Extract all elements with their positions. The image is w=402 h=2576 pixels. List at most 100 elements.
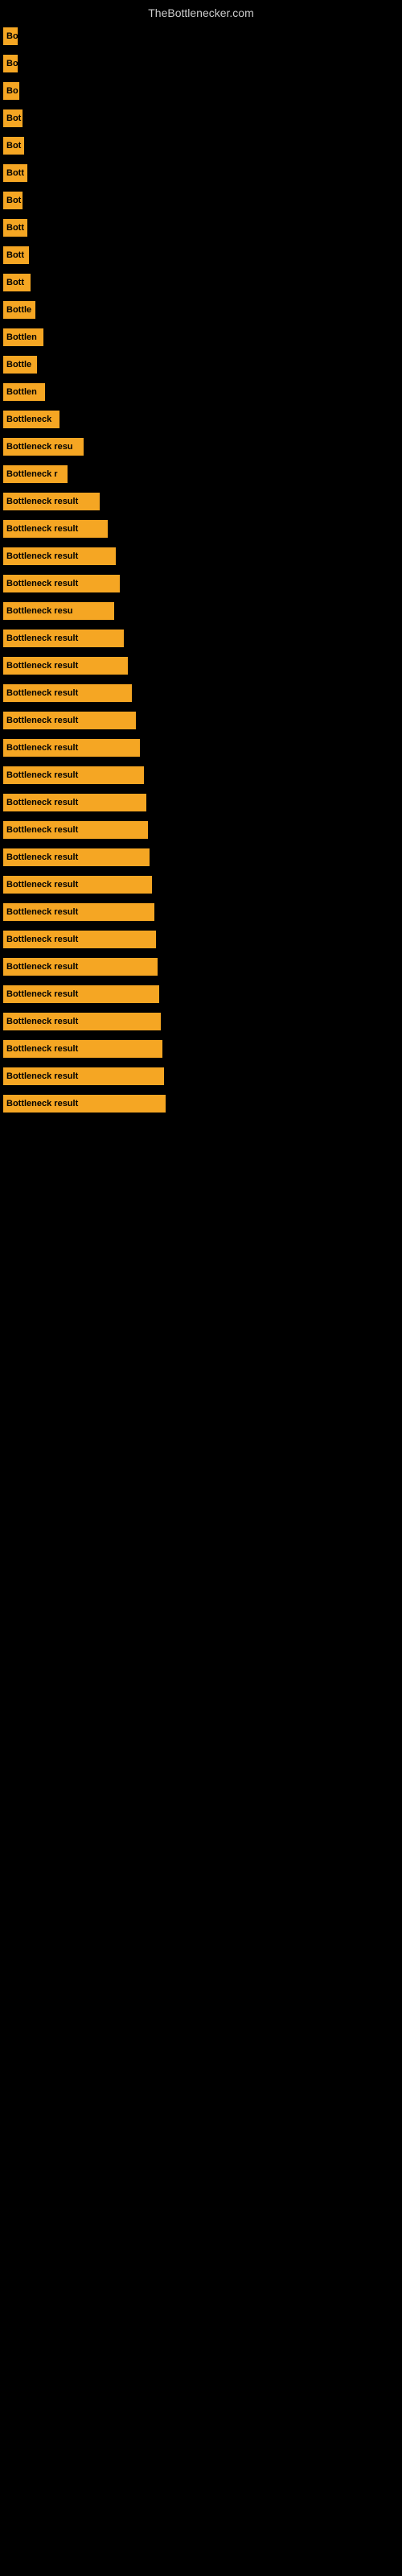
bar-row: Bottleneck result — [0, 1035, 402, 1063]
bar-label: Bottleneck result — [6, 497, 78, 506]
bar-row: Bottleneck result — [0, 789, 402, 816]
bar-label: Bottleneck result — [6, 1017, 78, 1026]
bar: Bot — [3, 109, 23, 127]
bar: Bottleneck result — [3, 1013, 161, 1030]
bar-label: Bott — [6, 223, 24, 233]
bar: Bottleneck result — [3, 766, 144, 784]
bar: Bo — [3, 27, 18, 45]
bar-row: Bottlen — [0, 378, 402, 406]
bar-label: Bottleneck result — [6, 524, 78, 534]
bar: Bottleneck result — [3, 575, 120, 592]
bar-label: Bottleneck result — [6, 852, 78, 862]
bar-row: Bottleneck result — [0, 871, 402, 898]
bar-label: Bottleneck result — [6, 825, 78, 835]
bar-row: Bottleneck resu — [0, 433, 402, 460]
bar-label: Bottleneck — [6, 415, 51, 424]
bar-label: Bottleneck result — [6, 1044, 78, 1054]
bar-label: Bottleneck result — [6, 634, 78, 643]
bar-row: Bottleneck result — [0, 652, 402, 679]
bar: Bottleneck result — [3, 657, 128, 675]
bar: Bott — [3, 274, 31, 291]
bar-label: Bottleneck result — [6, 551, 78, 561]
bar-row: Bottleneck result — [0, 679, 402, 707]
bar-label: Bottlen — [6, 332, 37, 342]
bar: Bottleneck result — [3, 794, 146, 811]
bar-label: Bottleneck result — [6, 716, 78, 725]
bar: Bottleneck result — [3, 1095, 166, 1113]
bar-label: Bottleneck result — [6, 688, 78, 698]
bar: Bottleneck result — [3, 903, 154, 921]
bar: Bottleneck result — [3, 958, 158, 976]
bar-label: Bottleneck result — [6, 770, 78, 780]
bar-label: Bottleneck resu — [6, 442, 73, 452]
bar: Bottlen — [3, 383, 45, 401]
bar: Bottleneck resu — [3, 602, 114, 620]
bar: Bottleneck result — [3, 547, 116, 565]
bar-label: Bot — [6, 141, 21, 151]
bar: Bottleneck result — [3, 493, 100, 510]
bar: Bottleneck r — [3, 465, 68, 483]
bar-row: Bott — [0, 269, 402, 296]
bar: Bottleneck resu — [3, 438, 84, 456]
bar-row: Bottleneck resu — [0, 597, 402, 625]
bar-row: Bottleneck result — [0, 625, 402, 652]
bar-label: Bo — [6, 59, 18, 68]
bar: Bottleneck result — [3, 684, 132, 702]
bar: Bottleneck result — [3, 520, 108, 538]
site-title: TheBottlenecker.com — [0, 0, 402, 23]
bar-label: Bottleneck result — [6, 907, 78, 917]
bar-label: Bo — [6, 31, 18, 41]
bar-row: Bottleneck result — [0, 816, 402, 844]
bar-row: Bottleneck result — [0, 953, 402, 980]
bar-row: Bottleneck result — [0, 1063, 402, 1090]
bar: Bottleneck result — [3, 712, 136, 729]
bar: Bottleneck result — [3, 1040, 162, 1058]
bar: Bottleneck result — [3, 985, 159, 1003]
bar: Bottleneck result — [3, 1067, 164, 1085]
bar-row: Bot — [0, 132, 402, 159]
bar-label: Bott — [6, 278, 24, 287]
bar-label: Bottleneck result — [6, 1071, 78, 1081]
bar-row: Bott — [0, 242, 402, 269]
bar-label: Bo — [6, 86, 18, 96]
bar-row: Bottleneck result — [0, 844, 402, 871]
bar: Bott — [3, 246, 29, 264]
bar-row: Bottleneck result — [0, 898, 402, 926]
bar: Bottleneck result — [3, 848, 150, 866]
bar: Bottle — [3, 301, 35, 319]
bar: Bot — [3, 137, 24, 155]
bar-label: Bottleneck result — [6, 661, 78, 671]
bar: Bott — [3, 164, 27, 182]
bar-row: Bottleneck result — [0, 515, 402, 543]
bar-row: Bottleneck — [0, 406, 402, 433]
bar-label: Bottleneck result — [6, 880, 78, 890]
bar-label: Bott — [6, 168, 24, 178]
bar-label: Bottle — [6, 360, 31, 369]
bar-row: Bottleneck result — [0, 734, 402, 762]
bar: Bott — [3, 219, 27, 237]
bar-row: Bottleneck r — [0, 460, 402, 488]
bar: Bo — [3, 82, 19, 100]
bar: Bottleneck result — [3, 821, 148, 839]
bar-row: Bottleneck result — [0, 980, 402, 1008]
bar-row: Bottleneck result — [0, 1008, 402, 1035]
bar: Bottleneck result — [3, 876, 152, 894]
bar-label: Bottleneck result — [6, 743, 78, 753]
bar: Bottleneck result — [3, 630, 124, 647]
bars-container: Bo Bo Bo Bot Bot Bott Bot Bott Bott Bott Bottle Bot… — [0, 23, 402, 1117]
bar: Bottleneck result — [3, 931, 156, 948]
bar-row: Bottleneck result — [0, 762, 402, 789]
bar-row: Bot — [0, 105, 402, 132]
bar-row: Bo — [0, 23, 402, 50]
bar-label: Bottleneck resu — [6, 606, 73, 616]
bar: Bot — [3, 192, 23, 209]
bar-label: Bottleneck r — [6, 469, 58, 479]
bar-row: Bo — [0, 50, 402, 77]
bar-row: Bottle — [0, 296, 402, 324]
bar: Bottleneck result — [3, 739, 140, 757]
bar-row: Bott — [0, 214, 402, 242]
bar-row: Bottleneck result — [0, 570, 402, 597]
bar-row: Bo — [0, 77, 402, 105]
bar: Bo — [3, 55, 18, 72]
bar-row: Bottleneck result — [0, 926, 402, 953]
